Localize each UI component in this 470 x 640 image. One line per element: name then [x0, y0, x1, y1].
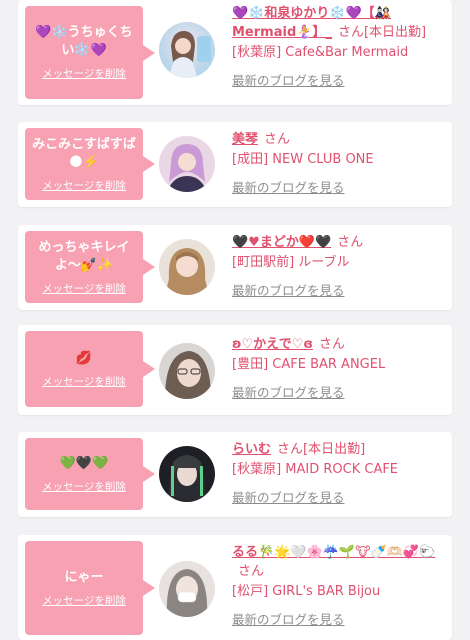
message-text: 💜❄️うちゅくちい❄️💜: [35, 25, 133, 58]
message-text: めっちゃキレイよ〜💅✨: [38, 239, 130, 273]
cast-name-link[interactable]: らいむ: [232, 442, 271, 457]
cast-info: 🖤♥まどか❤️🖤 さん [町田駅前] ルーブル 最新のブログを見る: [232, 233, 444, 299]
avatar[interactable]: [159, 446, 215, 502]
shop-name: [秋葉原] Cafe&Bar Mermaid: [232, 45, 409, 60]
message-bubble: みこみこすばすば🌑⚡️ メッセージを削除: [25, 128, 155, 200]
delete-message-link[interactable]: メッセージを削除: [42, 479, 126, 494]
shop-name: [豊田] CAFE BAR ANGEL: [232, 357, 386, 372]
cast-name-link[interactable]: 🖤♥まどか❤️🖤: [232, 235, 331, 250]
san-label: さん: [337, 25, 364, 40]
san-label: さん: [337, 235, 364, 250]
working-badge: [本日出勤]: [363, 25, 427, 40]
avatar[interactable]: [159, 22, 215, 78]
cast-info: ʚ♡かえで♡ɞ さん [豊田] CAFE BAR ANGEL 最新のブログを見る: [232, 335, 444, 401]
message-bubble: 💚🖤💚 メッセージを削除: [25, 438, 155, 510]
name-line: 🖤♥まどか❤️🖤 さん: [232, 233, 444, 252]
cast-name-suffix[interactable]: _: [325, 25, 332, 40]
message-card: にゃー メッセージを削除 るる🎋🌟🤍🌸☔️🌱🐮🍼🫶🏻💞🐑 さん [松戸] GIRL…: [18, 535, 452, 640]
delete-message-link[interactable]: メッセージを削除: [42, 281, 126, 296]
name-line: るる🎋🌟🤍🌸☔️🌱🐮🍼🫶🏻💞🐑 さん: [232, 543, 444, 581]
avatar[interactable]: [159, 239, 215, 295]
san-label: さん: [238, 564, 265, 579]
san-label: さん: [264, 132, 291, 147]
name-line: 美琴 さん: [232, 130, 444, 149]
avatar[interactable]: [159, 343, 215, 399]
latest-blog-link[interactable]: 最新のブログを見る: [232, 177, 345, 196]
message-bubble: 💋 メッセージを削除: [25, 331, 155, 407]
message-bubble: めっちゃキレイよ〜💅✨ メッセージを削除: [25, 231, 155, 303]
cast-info: るる🎋🌟🤍🌸☔️🌱🐮🍼🫶🏻💞🐑さん [松戸] GIRL's BAR Bijou …: [232, 543, 444, 628]
latest-blog-link[interactable]: 最新のブログを見る: [232, 70, 345, 89]
message-card: みこみこすばすば🌑⚡️ メッセージを削除 美琴 さん [成田] NEW CLUB …: [18, 122, 452, 207]
name-line: 💜❄️和泉ゆかり❄️💜【🎎Mermaid🧜‍♀️】_ さん[本日出勤]: [232, 4, 444, 42]
name-line: ʚ♡かえで♡ɞ さん: [232, 335, 444, 354]
delete-message-link[interactable]: メッセージを削除: [42, 593, 126, 608]
san-label: さん: [277, 442, 304, 457]
message-text: にゃー: [64, 569, 104, 585]
message-card: 💚🖤💚 メッセージを削除 らいむ さん[本日出勤] [秋葉原] MAID ROCK…: [18, 432, 452, 517]
cast-name-link[interactable]: ʚ♡かえで♡ɞ: [232, 337, 313, 352]
cast-info: らいむ さん[本日出勤] [秋葉原] MAID ROCK CAFE 最新のブログを…: [232, 440, 444, 506]
cast-info: 美琴 さん [成田] NEW CLUB ONE 最新のブログを見る: [232, 130, 444, 196]
latest-blog-link[interactable]: 最新のブログを見る: [232, 280, 345, 299]
shop-name: [松戸] GIRL's BAR Bijou: [232, 584, 381, 599]
delete-message-link[interactable]: メッセージを削除: [42, 374, 126, 389]
cast-name-link[interactable]: 美琴: [232, 132, 258, 147]
message-text: みこみこすばすば🌑⚡️: [32, 136, 136, 170]
message-bubble: にゃー メッセージを削除: [25, 541, 155, 635]
name-line: らいむ さん[本日出勤]: [232, 440, 444, 459]
message-text: 💋: [75, 350, 93, 366]
latest-blog-link[interactable]: 最新のブログを見る: [232, 487, 345, 506]
shop-name: [成田] NEW CLUB ONE: [232, 152, 374, 167]
message-bubble: 💜❄️うちゅくちい❄️💜 メッセージを削除: [25, 6, 155, 99]
cast-info: 💜❄️和泉ゆかり❄️💜【🎎Mermaid🧜‍♀️】_ さん[本日出勤] [秋葉原]…: [232, 4, 444, 89]
avatar[interactable]: [159, 136, 215, 192]
message-card: めっちゃキレイよ〜💅✨ メッセージを削除 🖤♥まどか❤️🖤 さん [町田駅前] ル…: [18, 225, 452, 310]
avatar[interactable]: [159, 561, 215, 617]
latest-blog-link[interactable]: 最新のブログを見る: [232, 609, 345, 628]
delete-message-link[interactable]: メッセージを削除: [42, 178, 126, 193]
delete-message-link[interactable]: メッセージを削除: [42, 66, 126, 81]
message-card: 💋 メッセージを削除 ʚ♡かえで♡ɞ さん [豊田] CAFE BAR ANGEL…: [18, 325, 452, 415]
working-badge: [本日出勤]: [303, 442, 366, 457]
latest-blog-link[interactable]: 最新のブログを見る: [232, 382, 345, 401]
shop-name: [秋葉原] MAID ROCK CAFE: [232, 462, 399, 477]
shop-name: [町田駅前] ルーブル: [232, 255, 350, 270]
cast-name-link[interactable]: るる🎋🌟🤍🌸☔️🌱🐮🍼🫶🏻💞🐑: [232, 545, 435, 560]
message-card: 💜❄️うちゅくちい❄️💜 メッセージを削除 💜❄️和泉ゆかり❄️💜【🎎Merma…: [18, 0, 452, 105]
message-text: 💚🖤💚: [59, 455, 109, 471]
san-label: さん: [318, 337, 345, 352]
